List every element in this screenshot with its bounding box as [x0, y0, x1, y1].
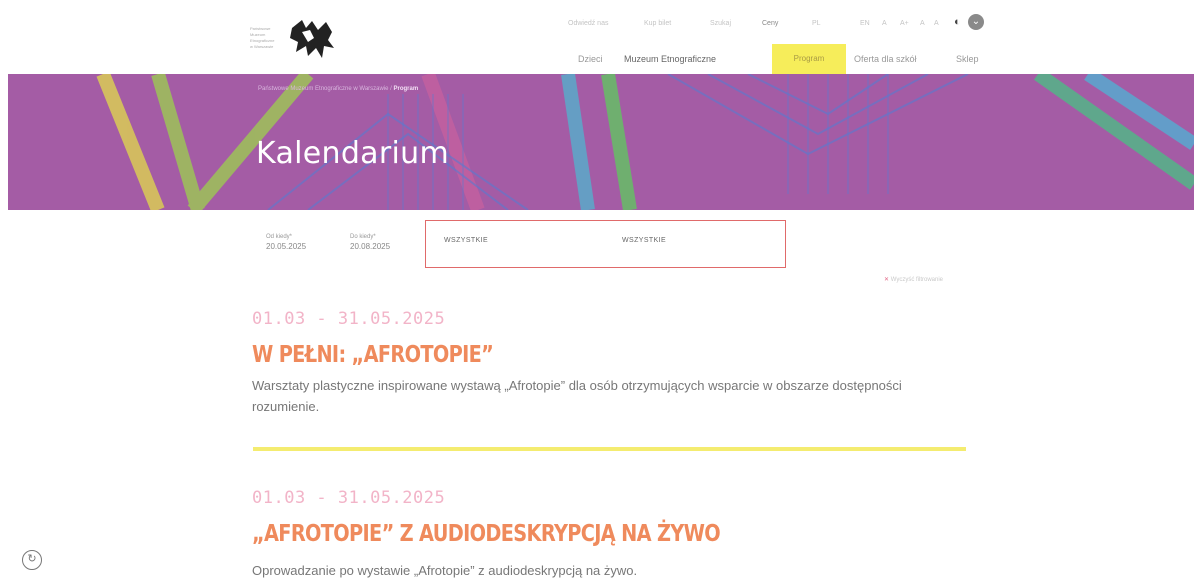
top-link[interactable]: Szukaj	[710, 20, 731, 27]
logo-text: Państwowe Muzeum Etnograficzne w Warszaw…	[250, 26, 292, 50]
category-select-2[interactable]: WSZYSTKIE	[622, 237, 666, 244]
font-size-small[interactable]: A	[882, 20, 887, 27]
lang-en[interactable]: EN	[860, 20, 870, 27]
date-from-field[interactable]: Od kiedy* 20.05.2025	[266, 232, 306, 252]
date-to-value[interactable]: 20.08.2025	[350, 242, 390, 252]
history-icon[interactable]: ↻	[22, 550, 42, 570]
event-divider	[253, 447, 966, 451]
logo-line: w Warszawie	[250, 44, 274, 49]
event-title[interactable]: W PEŁNI: „AFROTOPIE”	[252, 342, 494, 368]
utility-bar: Odwiedź nas Kup bilet Szukaj Ceny PL EN …	[560, 14, 1020, 34]
nav-item-oferta[interactable]: Oferta dla szkół	[854, 54, 917, 64]
user-icon[interactable]: ⌄	[968, 14, 984, 30]
event-description: Oprowadzanie po wystawie „Afrotopie” z a…	[252, 563, 638, 578]
nav-item-muzeum[interactable]: Muzeum Etnograficzne	[624, 54, 716, 64]
breadcrumb-current: Program	[393, 86, 419, 92]
top-link[interactable]: Ceny	[762, 20, 778, 27]
nav-item-dzieci[interactable]: Dzieci	[578, 54, 603, 64]
date-to-field[interactable]: Do kiedy* 20.08.2025	[350, 232, 390, 252]
page-title: Kalendarium	[256, 136, 449, 171]
nav-item-sklep[interactable]: Sklep	[956, 54, 979, 64]
close-icon: ✕	[884, 277, 890, 283]
font-size-normal[interactable]: A	[920, 20, 925, 27]
date-to-label: Do kiedy*	[350, 234, 376, 240]
breadcrumb: Państwowe Muzeum Etnograficzne w Warszaw…	[258, 86, 418, 92]
event-description: Warsztaty plastyczne inspirowane wystawą…	[252, 378, 902, 414]
font-size-reset[interactable]: A	[934, 20, 939, 27]
date-from-label: Od kiedy*	[266, 234, 293, 240]
clear-filters-label: Wyczyść filtrowanie	[890, 277, 943, 283]
lang-pl[interactable]: PL	[812, 20, 821, 27]
event-title[interactable]: „AFROTOPIE” Z AUDIODESKRYPCJĄ NA ŻYWO	[252, 521, 721, 547]
logo-mark-icon	[290, 20, 334, 58]
breadcrumb-root[interactable]: Państwowe Muzeum Etnograficzne w Warszaw…	[258, 86, 392, 92]
date-from-value[interactable]: 20.05.2025	[266, 242, 306, 252]
banner-pattern	[96, 74, 1194, 210]
top-link[interactable]: Kup bilet	[644, 20, 671, 27]
clear-filters-link[interactable]: ✕ Wyczyść filtrowanie	[884, 276, 943, 283]
category-select-1[interactable]: WSZYSTKIE	[444, 237, 488, 244]
nav-item-program[interactable]: Program	[772, 44, 846, 74]
hero-banner: Państwowe Muzeum Etnograficzne w Warszaw…	[8, 74, 1194, 210]
event-date: 01.03 - 31.05.2025	[252, 488, 446, 508]
top-link[interactable]: Odwiedź nas	[568, 20, 608, 27]
event-date: 01.03 - 31.05.2025	[252, 309, 446, 329]
font-size-large[interactable]: A+	[900, 20, 909, 27]
category-filters: WSZYSTKIE WSZYSTKIE	[425, 220, 786, 268]
museum-logo[interactable]: Państwowe Muzeum Etnograficzne w Warszaw…	[250, 18, 340, 64]
moon-icon[interactable]: ◐	[954, 16, 961, 28]
